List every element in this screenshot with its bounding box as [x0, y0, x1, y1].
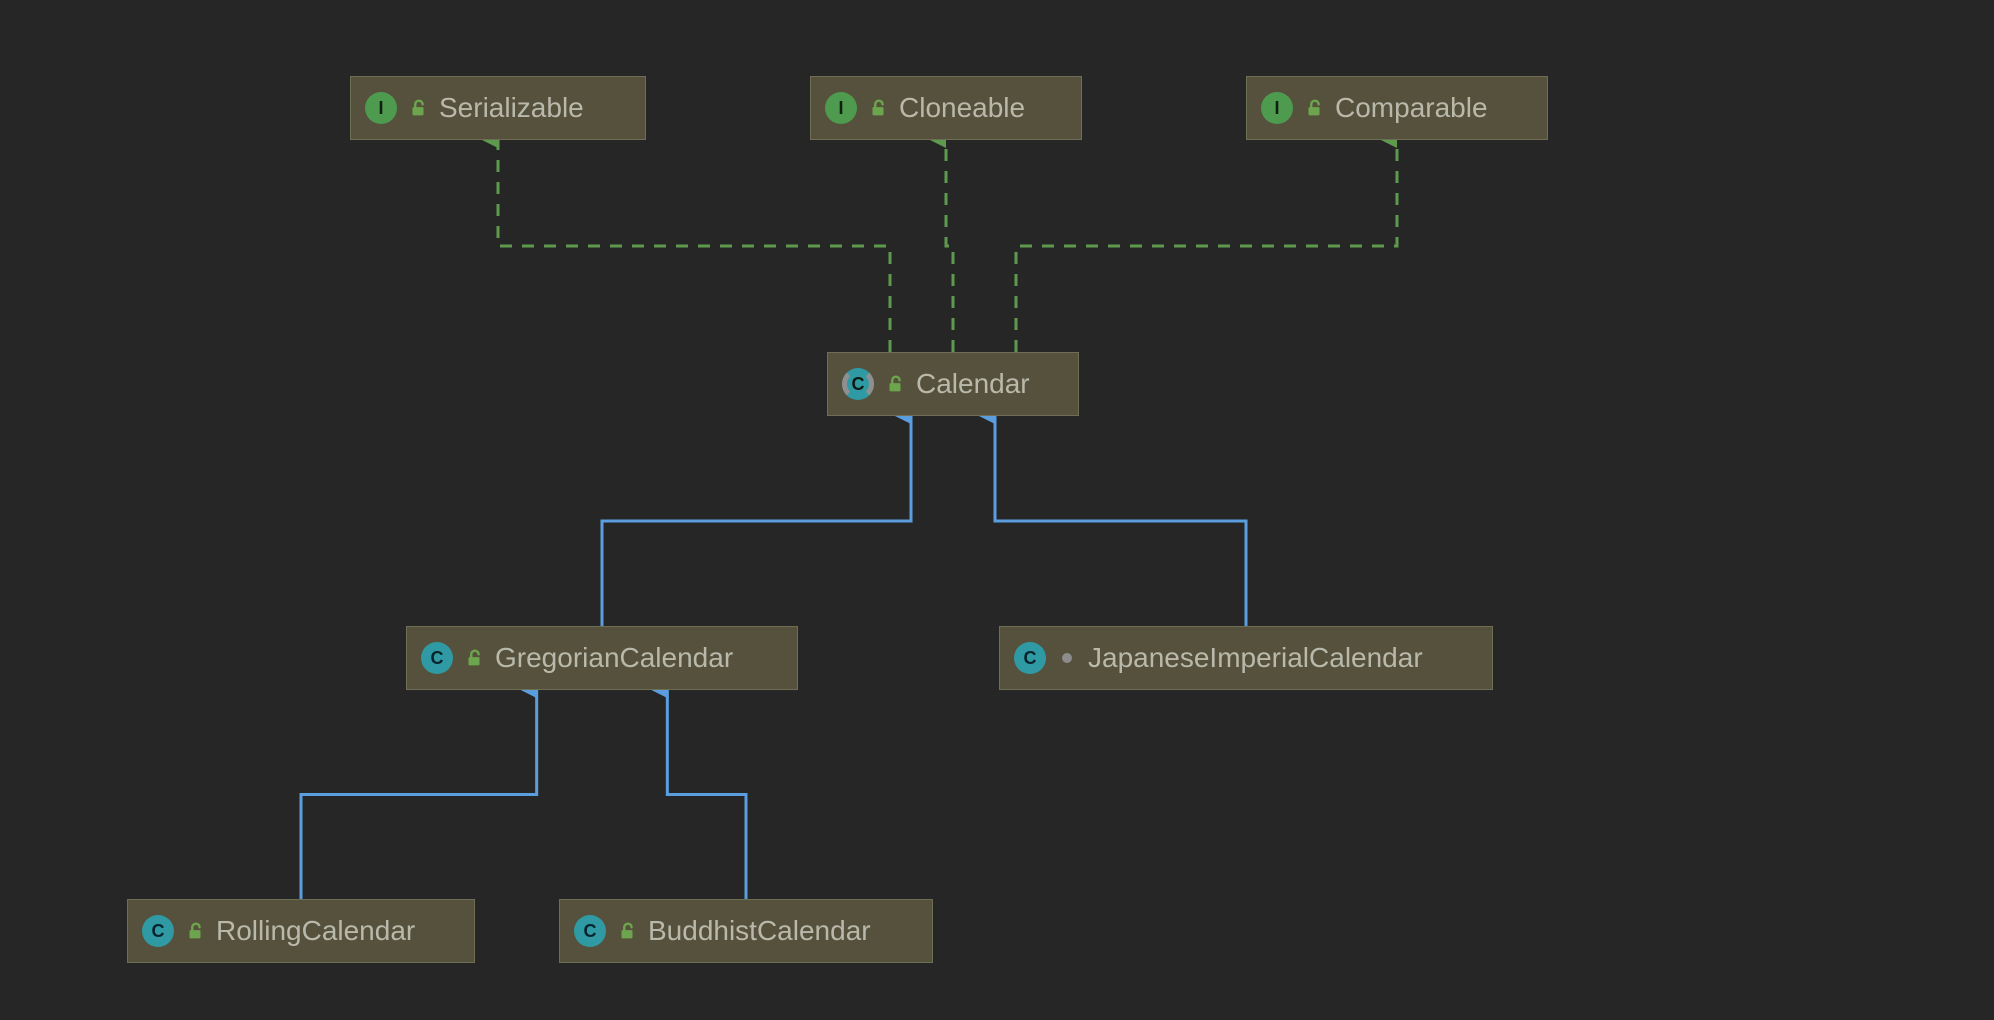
- class-node-label: JapaneseImperialCalendar: [1088, 642, 1423, 674]
- unlock-icon: [407, 97, 429, 119]
- class-node-label: BuddhistCalendar: [648, 915, 871, 947]
- unlock-icon: [616, 920, 638, 942]
- class-badge-icon: C: [574, 915, 606, 947]
- class-node-label: Serializable: [439, 92, 584, 124]
- interface-badge-icon: I: [365, 92, 397, 124]
- implements-edge: [946, 140, 953, 352]
- unlock-icon: [463, 647, 485, 669]
- class-diagram-canvas[interactable]: I SerializableI CloneableI ComparableC C…: [0, 0, 1994, 1020]
- class-node-serializable[interactable]: I Serializable: [350, 76, 646, 140]
- implements-edge: [1016, 140, 1397, 352]
- interface-badge-icon: I: [1261, 92, 1293, 124]
- class-node-calendar[interactable]: C Calendar: [827, 352, 1079, 416]
- package-visibility-icon: [1056, 647, 1078, 669]
- class-node-label: Cloneable: [899, 92, 1025, 124]
- class-node-label: Calendar: [916, 368, 1030, 400]
- class-badge-icon: C: [1014, 642, 1046, 674]
- class-node-buddhist[interactable]: C BuddhistCalendar: [559, 899, 933, 963]
- class-node-cloneable[interactable]: I Cloneable: [810, 76, 1082, 140]
- interface-badge-icon: I: [825, 92, 857, 124]
- extends-edge: [602, 416, 911, 626]
- class-node-rolling[interactable]: C RollingCalendar: [127, 899, 475, 963]
- abstract-badge-icon: C: [842, 368, 874, 400]
- class-node-label: RollingCalendar: [216, 915, 415, 947]
- extends-edge: [301, 690, 537, 899]
- unlock-icon: [884, 373, 906, 395]
- extends-edge: [995, 416, 1246, 626]
- edge-layer: [0, 0, 1994, 1020]
- class-node-gregorian[interactable]: C GregorianCalendar: [406, 626, 798, 690]
- implements-edge: [498, 140, 890, 352]
- unlock-icon: [1303, 97, 1325, 119]
- unlock-icon: [867, 97, 889, 119]
- unlock-icon: [184, 920, 206, 942]
- class-node-comparable[interactable]: I Comparable: [1246, 76, 1548, 140]
- class-badge-icon: C: [142, 915, 174, 947]
- class-node-label: GregorianCalendar: [495, 642, 733, 674]
- extends-edge: [667, 690, 746, 899]
- class-node-japanese[interactable]: C JapaneseImperialCalendar: [999, 626, 1493, 690]
- class-badge-icon: C: [421, 642, 453, 674]
- class-node-label: Comparable: [1335, 92, 1488, 124]
